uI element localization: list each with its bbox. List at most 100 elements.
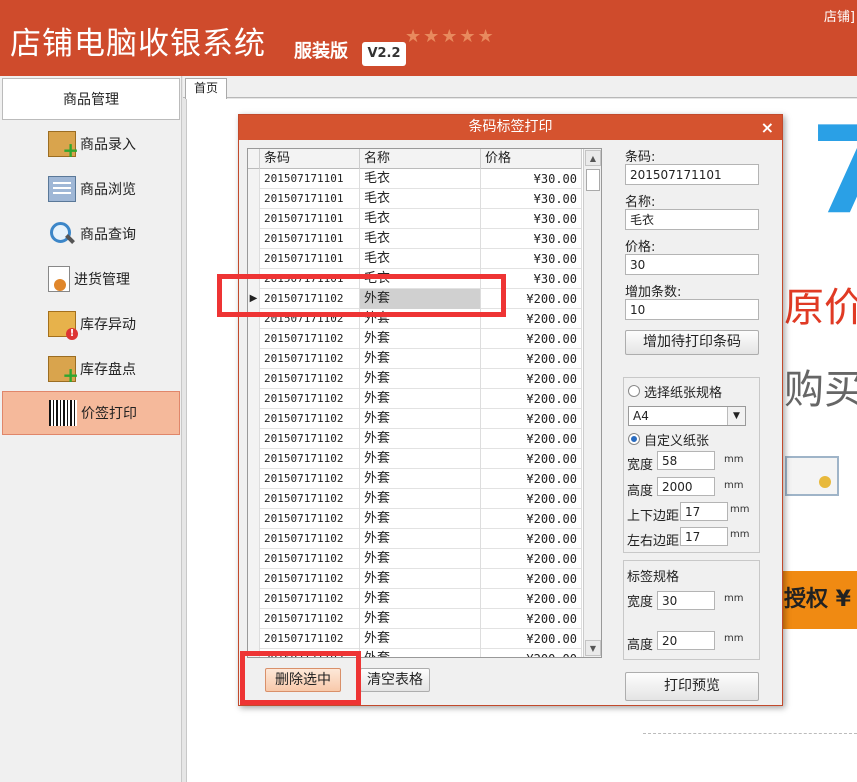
table-row[interactable]: 201507171102外套¥200.00 (248, 509, 582, 529)
cell-code: 201507171102 (260, 409, 360, 429)
column-header-code[interactable]: 条码 (260, 149, 360, 169)
table-row[interactable]: 201507171102外套¥200.00 (248, 429, 582, 449)
cell-name: 外套 (360, 329, 481, 349)
sidebar-item-stock-change[interactable]: 库存异动 (2, 302, 180, 346)
table-row[interactable]: ▶ 201507171102 外套 ¥200.00 (248, 289, 582, 309)
scroll-down-icon[interactable]: ▼ (585, 640, 601, 656)
barcode-icon (49, 400, 77, 426)
row-indicator-icon (248, 269, 260, 289)
table-row[interactable]: 201507171102外套¥200.00 (248, 409, 582, 429)
cell-name: 外套 (360, 289, 481, 309)
row-indicator-icon (248, 569, 260, 589)
sidebar-item-label: 库存盘点 (80, 362, 136, 378)
paper-size-select[interactable]: A4 ▼ (628, 406, 746, 426)
tab-home[interactable]: 首页 (185, 78, 227, 99)
cell-name: 外套 (360, 429, 481, 449)
table-row[interactable]: 201507171102外套¥200.00 (248, 329, 582, 349)
price-input[interactable] (625, 254, 759, 275)
column-header-price[interactable]: 价格 (481, 149, 582, 169)
cell-code: 201507171101 (260, 209, 360, 229)
table-row[interactable]: 201507171102外套¥200.00 (248, 489, 582, 509)
cell-name: 外套 (360, 389, 481, 409)
cell-code: 201507171102 (260, 649, 360, 657)
cell-code: 201507171102 (260, 489, 360, 509)
grid-scrollbar[interactable]: ▲ ▼ (583, 149, 601, 657)
cell-name: 毛衣 (360, 269, 481, 289)
paper-height-input[interactable] (657, 477, 715, 496)
barcode-input[interactable] (625, 164, 759, 185)
table-row[interactable]: 201507171102外套¥200.00 (248, 609, 582, 629)
preset-paper-radio[interactable] (628, 385, 640, 397)
table-row[interactable]: 201507171102外套¥200.00 (248, 389, 582, 409)
count-input[interactable] (625, 299, 759, 320)
table-row[interactable]: 201507171102外套¥200.00 (248, 349, 582, 369)
sidebar-item-product-add[interactable]: 商品录入 (2, 122, 180, 166)
table-row[interactable]: 201507171101 毛衣 ¥30.00 (248, 189, 582, 209)
cell-price: ¥200.00 (481, 489, 582, 509)
scroll-up-icon[interactable]: ▲ (585, 150, 601, 166)
scroll-thumb[interactable] (586, 169, 600, 191)
sidebar-item-purchase[interactable]: 进货管理 (2, 257, 180, 301)
sidebar-item-product-browse[interactable]: 商品浏览 (2, 167, 180, 211)
chevron-down-icon[interactable]: ▼ (727, 407, 745, 425)
barcode-grid: 条码 名称 价格 201507171101 毛衣 ¥30.00 20150717110… (247, 148, 602, 658)
cell-price: ¥30.00 (481, 189, 582, 209)
table-row[interactable]: 201507171102外套¥200.00 (248, 369, 582, 389)
table-row[interactable]: 201507171101 毛衣 ¥30.00 (248, 249, 582, 269)
cell-name: 外套 (360, 589, 481, 609)
cell-code: 201507171102 (260, 389, 360, 409)
sidebar-item-price-label-print[interactable]: 价签打印 (2, 391, 180, 435)
cell-name: 外套 (360, 529, 481, 549)
table-row[interactable]: 201507171102外套¥200.00 (248, 649, 582, 657)
table-row[interactable]: 201507171102外套¥200.00 (248, 629, 582, 649)
custom-paper-radio[interactable] (628, 433, 640, 445)
label-width-input[interactable] (657, 591, 715, 610)
barcode-print-dialog: 条码标签打印 × 条码 名称 价格 201507171101 毛衣 ¥30.00 20… (238, 114, 783, 706)
table-row[interactable]: 201507171102外套¥200.00 (248, 309, 582, 329)
cell-price: ¥200.00 (481, 549, 582, 569)
table-row[interactable]: 201507171101 毛衣 ¥30.00 (248, 229, 582, 249)
table-row[interactable]: 201507171102外套¥200.00 (248, 549, 582, 569)
table-row[interactable]: 201507171101 毛衣 ¥30.00 (248, 209, 582, 229)
cell-price: ¥200.00 (481, 409, 582, 429)
paper-width-input[interactable] (657, 451, 715, 470)
table-row[interactable]: 201507171102外套¥200.00 (248, 589, 582, 609)
table-row[interactable]: 201507171102外套¥200.00 (248, 569, 582, 589)
table-row[interactable]: 201507171102外套¥200.00 (248, 529, 582, 549)
divider (643, 733, 857, 734)
cell-code: 201507171101 (260, 169, 360, 189)
cell-name: 外套 (360, 629, 481, 649)
grid-header: 条码 名称 价格 (248, 149, 582, 169)
table-row[interactable]: 201507171102外套¥200.00 (248, 469, 582, 489)
table-row[interactable]: 201507171101 毛衣 ¥30.00 (248, 169, 582, 189)
table-row[interactable]: 201507171102外套¥200.00 (248, 449, 582, 469)
label-height-input[interactable] (657, 631, 715, 650)
cell-code: 201507171102 (260, 609, 360, 629)
tab-bar: 首页 (183, 76, 857, 99)
stock-alert-icon (48, 311, 78, 340)
column-header-name[interactable]: 名称 (360, 149, 481, 169)
tb-margin-input[interactable] (680, 502, 728, 521)
label-height-label: 高度 (627, 638, 654, 653)
sidebar-item-product-search[interactable]: 商品查询 (2, 212, 180, 256)
close-icon[interactable]: × (761, 115, 774, 140)
name-input[interactable] (625, 209, 759, 230)
row-indicator-icon (248, 509, 260, 529)
table-row[interactable]: 201507171101 毛衣 ¥30.00 (248, 269, 582, 289)
label-width-label: 宽度 (627, 595, 654, 610)
cell-name: 外套 (360, 309, 481, 329)
lr-margin-input[interactable] (680, 527, 728, 546)
cell-price: ¥200.00 (481, 469, 582, 489)
version-badge: V2.2 (362, 42, 406, 66)
print-preview-button[interactable]: 打印预览 (625, 672, 759, 701)
clear-table-button[interactable]: 清空表格 (360, 668, 430, 692)
cell-name: 外套 (360, 549, 481, 569)
mm-unit: mm (724, 480, 744, 491)
add-pending-barcode-button[interactable]: 增加待打印条码 (625, 330, 759, 355)
delete-selected-button[interactable]: 删除选中 (265, 668, 341, 692)
sidebar-item-stock-count[interactable]: 库存盘点 (2, 347, 180, 391)
cell-name: 毛衣 (360, 169, 481, 189)
cell-name: 外套 (360, 489, 481, 509)
sidebar-header[interactable]: 商品管理 (2, 78, 180, 120)
paper-size-value: A4 (633, 409, 649, 423)
